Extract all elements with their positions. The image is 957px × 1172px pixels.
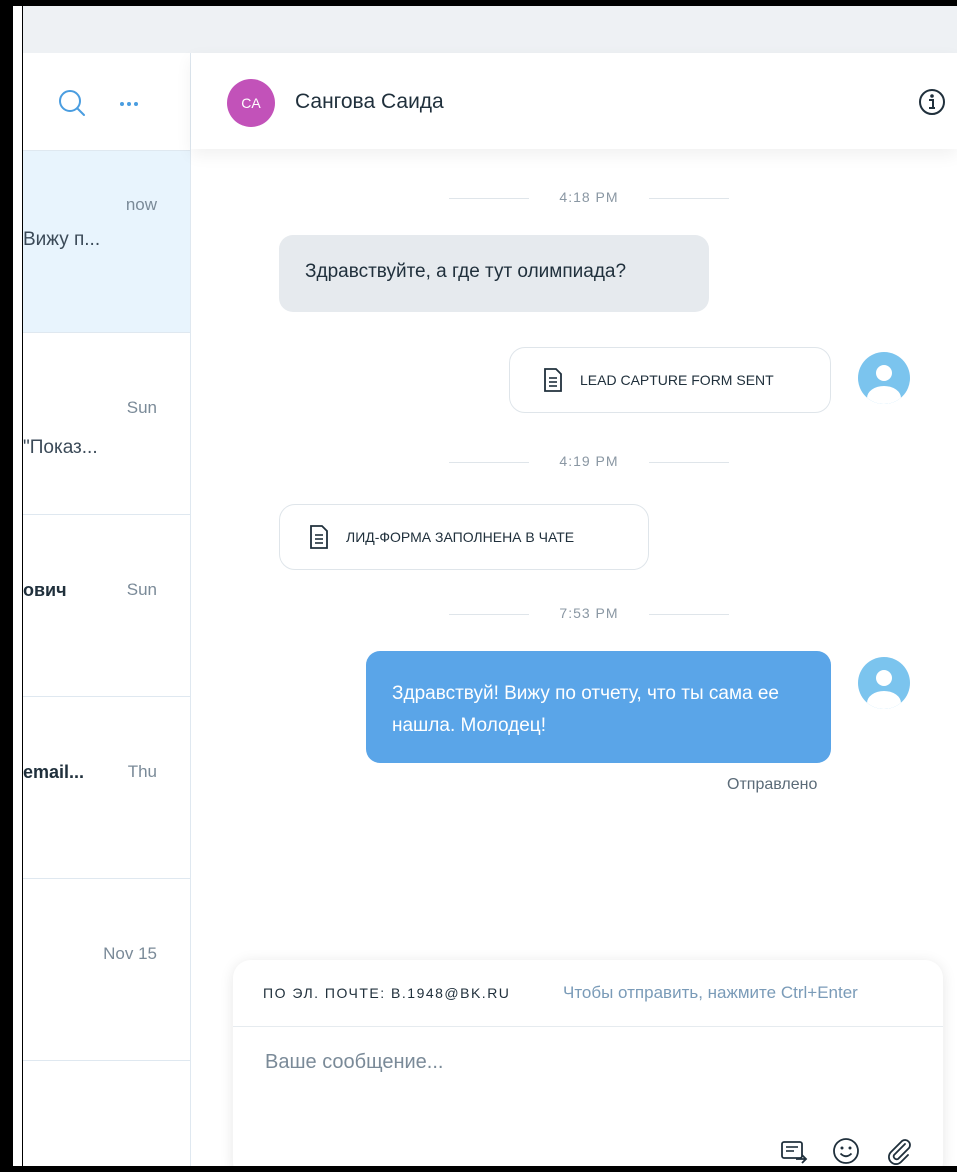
outgoing-message: Здравствуй! Вижу по отчету, что ты сама … xyxy=(366,651,831,763)
incoming-message: Здравствуйте, а где тут олимпиада? xyxy=(279,235,709,312)
contact-avatar[interactable]: CA xyxy=(227,79,275,127)
message-timestamp: 7:53 PM xyxy=(449,605,729,621)
info-icon[interactable] xyxy=(917,87,947,117)
document-icon xyxy=(310,525,328,549)
conversation-item[interactable]: Nov 15 xyxy=(23,879,190,1061)
message-input[interactable] xyxy=(263,1050,907,1075)
message-timestamp: 4:18 PM xyxy=(449,189,729,205)
message-composer: ПО ЭЛ. ПОЧТЕ: B.1948@BK.RU Чтобы отправи… xyxy=(233,960,943,1166)
attachment-icon[interactable] xyxy=(883,1135,915,1166)
user-silhouette-icon xyxy=(867,670,901,709)
conversation-preview: "Показ... xyxy=(23,437,98,458)
form-sent-card[interactable]: LEAD CAPTURE FORM SENT xyxy=(509,347,831,413)
composer-header: ПО ЭЛ. ПОЧТЕ: B.1948@BK.RU Чтобы отправи… xyxy=(233,960,943,1027)
form-sent-label: LEAD CAPTURE FORM SENT xyxy=(580,372,774,388)
contact-name[interactable]: Сангова Саида xyxy=(295,90,444,114)
agent-avatar xyxy=(858,352,910,404)
emoji-icon[interactable] xyxy=(830,1135,862,1166)
conversation-name: ович xyxy=(23,580,67,600)
conversation-sidebar: now Вижу п... Sun "Показ... ович Sun ema… xyxy=(23,53,191,1166)
more-options-icon[interactable] xyxy=(118,93,140,115)
app-window: now Вижу п... Sun "Показ... ович Sun ema… xyxy=(13,6,957,1166)
conversation-name: email... xyxy=(23,762,85,782)
conversation-item[interactable]: now Вижу п... xyxy=(23,151,190,333)
form-filled-label: ЛИД-ФОРМА ЗАПОЛНЕНА В ЧАТЕ xyxy=(346,529,575,545)
conversation-date: Sun xyxy=(126,398,157,417)
search-icon[interactable] xyxy=(57,88,87,118)
conversation-item[interactable]: Sun "Показ... xyxy=(23,333,190,515)
send-hint: Чтобы отправить, нажмите Ctrl+Enter xyxy=(563,983,858,1002)
document-icon xyxy=(544,368,562,392)
conversation-date: Sun xyxy=(126,580,157,599)
conversation-date: Thu xyxy=(127,762,157,781)
agent-avatar xyxy=(858,657,910,709)
conversation-date: Nov 15 xyxy=(103,944,157,963)
conversation-item[interactable]: ович Sun xyxy=(23,515,190,697)
channel-selector[interactable]: ПО ЭЛ. ПОЧТЕ: B.1948@BK.RU xyxy=(263,985,510,1001)
canned-reply-icon[interactable] xyxy=(778,1135,810,1166)
chat-header: CA Сангова Саида xyxy=(191,53,957,149)
form-filled-card[interactable]: ЛИД-ФОРМА ЗАПОЛНЕНА В ЧАТЕ xyxy=(279,504,649,570)
conversation-item[interactable]: email... Thu xyxy=(23,697,190,879)
conversation-preview: Вижу п... xyxy=(23,229,101,250)
message-timestamp: 4:19 PM xyxy=(449,453,729,469)
delivery-status: Отправлено xyxy=(727,776,818,793)
conversation-date: now xyxy=(125,195,157,214)
sidebar-header xyxy=(23,53,190,151)
chat-panel: CA Сангова Саида 4:18 PM Здравствуйте, а… xyxy=(191,53,957,1166)
user-silhouette-icon xyxy=(867,365,901,404)
top-bar xyxy=(23,6,957,53)
